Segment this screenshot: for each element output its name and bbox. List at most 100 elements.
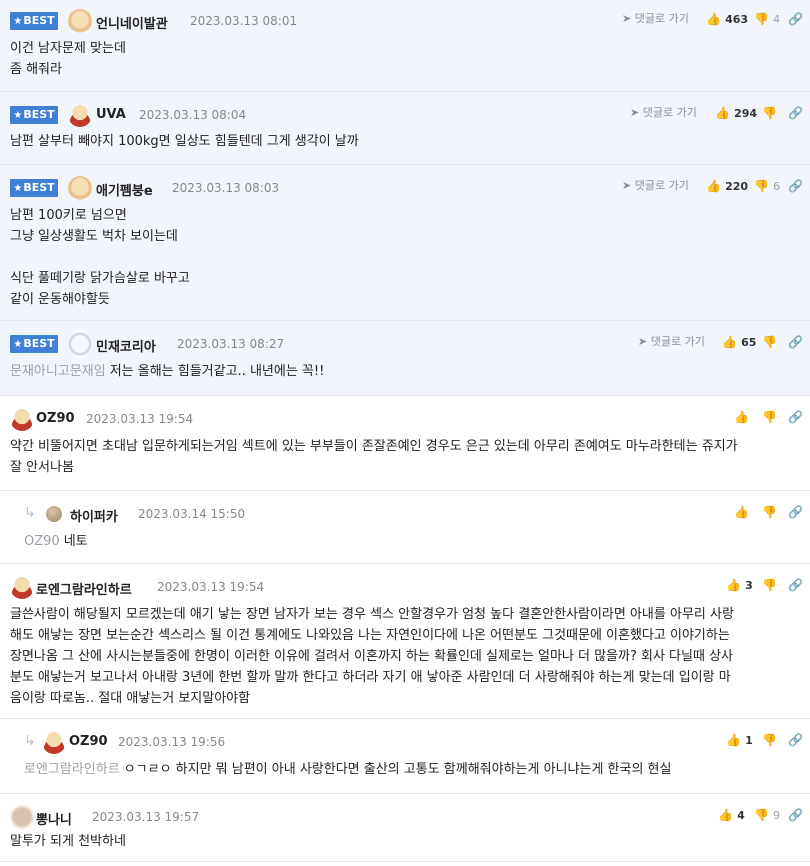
best-badge: ★BEST (10, 335, 58, 353)
thumbs-up-icon: 👍 (706, 12, 721, 26)
go-to-reply-link[interactable]: ➤ 댓글로 가기 (638, 333, 705, 349)
link-icon: 🔗 (788, 808, 803, 822)
share-link-button[interactable]: 🔗 (788, 808, 803, 823)
timestamp: 2023.03.14 15:50 (138, 507, 246, 521)
share-link-button[interactable]: 🔗 (788, 505, 803, 520)
star-icon: ★ (13, 110, 23, 121)
thumbs-up-icon: 👍 (726, 733, 741, 747)
thumbs-up-icon: 👍 (722, 335, 737, 349)
timestamp: 2023.03.13 19:54 (157, 580, 265, 594)
comment-body: 약간 비뚤어지면 초대남 입문하게되는거임 섹트에 있는 부부들이 존잘존예인 … (10, 436, 800, 478)
share-link-button[interactable]: 🔗 (788, 12, 803, 27)
dislike-button[interactable]: 👎 9 (754, 808, 780, 823)
dislike-count: 6 (773, 180, 781, 193)
send-icon: ➤ (630, 106, 640, 119)
comment-header: ★BEST UVA 2023.03.13 08:04 ➤ 댓글로 가기 👍 29… (10, 103, 803, 127)
go-to-reply-link[interactable]: ➤ 댓글로 가기 (622, 177, 689, 193)
mention[interactable]: OZ90 (24, 534, 60, 549)
go-to-reply-link[interactable]: ➤ 댓글로 가기 (630, 104, 697, 120)
like-button[interactable]: 👍 1 (726, 733, 753, 748)
send-icon: ➤ (622, 179, 632, 192)
mention[interactable]: 문재아니고문재임 (10, 364, 106, 379)
dislike-button[interactable]: 👎 (762, 578, 777, 593)
dislike-button[interactable]: 👎 (762, 733, 777, 748)
thumbs-down-icon: 👎 (762, 733, 777, 747)
like-button[interactable]: 👍 (734, 410, 749, 425)
like-button[interactable]: 👍 220 (706, 179, 748, 194)
share-link-button[interactable]: 🔗 (788, 179, 803, 194)
thumbs-down-icon: 👎 (754, 808, 769, 822)
nickname[interactable]: OZ90 (36, 411, 75, 426)
like-count: 294 (734, 107, 758, 120)
share-link-button[interactable]: 🔗 (788, 106, 803, 121)
mention[interactable]: 로엔그람라인하르 (24, 762, 120, 777)
nickname[interactable]: 애기펨붕e (96, 180, 153, 199)
comment-header: ★BEST 언니네이발관 2023.03.13 08:01 ➤ 댓글로 가기 👍… (10, 9, 803, 33)
avatar[interactable] (68, 103, 92, 127)
avatar[interactable] (10, 575, 34, 599)
like-count: 3 (745, 579, 753, 592)
thumbs-down-icon: 👎 (762, 106, 777, 120)
avatar[interactable] (68, 332, 92, 356)
reply-comment: ↳ 하이퍼카 2023.03.14 15:50 👍 👎 🔗 OZ90 네토 (0, 491, 810, 564)
timestamp: 2023.03.13 19:54 (86, 412, 194, 426)
dislike-button[interactable]: 👎 (762, 106, 777, 121)
dislike-button[interactable]: 👎 6 (754, 179, 780, 194)
link-icon: 🔗 (788, 505, 803, 519)
comment-line: 말투가 되게 천박하네 (10, 834, 126, 849)
like-count: 4 (737, 809, 745, 822)
avatar[interactable] (42, 730, 66, 754)
avatar[interactable] (46, 506, 62, 522)
comment-line: 식단 풀떼기랑 닭가슴살로 바꾸고 (10, 271, 190, 286)
dislike-button[interactable]: 👎 (762, 505, 777, 520)
link-icon: 🔗 (788, 106, 803, 120)
send-icon: ➤ (622, 12, 632, 25)
nickname[interactable]: OZ90 (69, 734, 108, 749)
thumbs-up-icon: 👍 (718, 808, 733, 822)
share-link-button[interactable]: 🔗 (788, 335, 803, 350)
dislike-button[interactable]: 👎 4 (754, 12, 780, 27)
dislike-button[interactable]: 👎 (762, 410, 777, 425)
comment-body: 이건 남자문제 맞는데 좀 해줘라 (10, 38, 800, 80)
comment-body: 남편 100키로 넘으면 그냥 일상생활도 벅차 보이는데 식단 풀떼기랑 닭가… (10, 205, 800, 310)
share-link-button[interactable]: 🔗 (788, 578, 803, 593)
link-icon: 🔗 (788, 410, 803, 424)
like-button[interactable]: 👍 4 (718, 808, 745, 823)
timestamp: 2023.03.13 08:03 (172, 181, 280, 195)
link-icon: 🔗 (788, 733, 803, 747)
avatar[interactable] (68, 176, 92, 200)
like-button[interactable]: 👍 463 (706, 12, 748, 27)
comment-line: 잘 안서나봄 (10, 460, 74, 475)
reply-comment: ↳ OZ90 2023.03.13 19:56 👍 1 👎 🔗 로엔그람라인하르… (0, 719, 810, 794)
thumbs-down-icon: 👎 (762, 335, 777, 349)
comment-header: ↳ OZ90 2023.03.13 19:56 👍 1 👎 🔗 (24, 730, 803, 754)
comment-body: OZ90 네토 (24, 531, 800, 552)
comment-line: OZ90 네토 (24, 534, 88, 549)
thumbs-up-icon: 👍 (734, 410, 749, 424)
comment-header: ↳ 하이퍼카 2023.03.14 15:50 👍 👎 🔗 (24, 505, 803, 525)
like-button[interactable]: 👍 65 (722, 335, 756, 350)
share-link-button[interactable]: 🔗 (788, 410, 803, 425)
nickname[interactable]: 뽕나니 (36, 809, 72, 828)
reply-arrow-icon: ↳ (24, 733, 36, 749)
comment-line: 해도 애낳는 장면 보는순간 섹스리스 될 이건 통계에도 나와있음 나는 자연… (10, 628, 730, 643)
nickname[interactable]: 로엔그람라인하르 (36, 579, 132, 598)
thumbs-down-icon: 👎 (754, 179, 769, 193)
avatar[interactable] (10, 407, 34, 431)
like-count: 220 (725, 180, 749, 193)
link-icon: 🔗 (788, 335, 803, 349)
avatar[interactable] (68, 9, 92, 33)
like-button[interactable]: 👍 294 (715, 106, 757, 121)
dislike-button[interactable]: 👎 (762, 335, 777, 350)
nickname[interactable]: 하이퍼카 (70, 506, 118, 525)
comment-body: 로엔그람라인하르 ㅇㄱㄹㅇ 하지만 뭐 남편이 아내 사랑한다면 출산의 고통도 … (24, 759, 800, 780)
avatar[interactable] (10, 805, 34, 829)
comment-line: 장면나옴 그 산에 사시는분들중에 한명이 이러한 이유에 걸려서 이혼까지 하… (10, 649, 733, 664)
share-link-button[interactable]: 🔗 (788, 733, 803, 748)
nickname[interactable]: 민재코리아 (96, 336, 156, 355)
like-button[interactable]: 👍 (734, 505, 749, 520)
like-button[interactable]: 👍 3 (726, 578, 753, 593)
nickname[interactable]: 언니네이발관 (96, 13, 168, 32)
go-to-reply-link[interactable]: ➤ 댓글로 가기 (622, 10, 689, 26)
nickname[interactable]: UVA (96, 107, 126, 122)
